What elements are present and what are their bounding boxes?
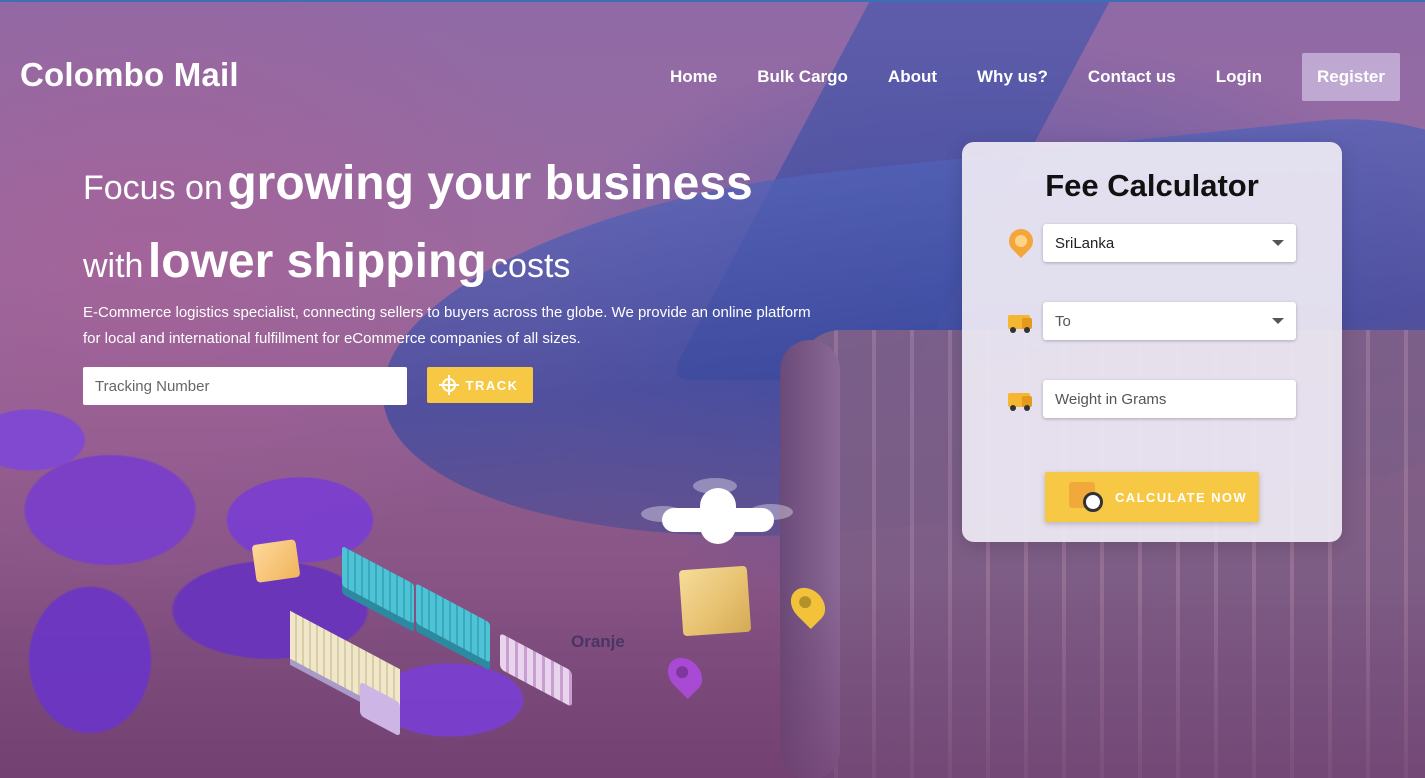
drone-package-illustration [678,565,752,637]
aircraft-name-text: Oranje [571,632,625,651]
site-header: Colombo Mail Home Bulk Cargo About Why u… [0,0,1425,120]
from-country-row: SriLanka [1004,224,1296,262]
drone-arms [662,508,774,532]
hero-description: E-Commerce logistics specialist, connect… [83,304,811,347]
hero-headline-line-1: Focus on growing your business [83,156,753,211]
location-pin-icon [1004,224,1038,259]
package-truck-icon [1006,383,1034,415]
nav-about[interactable]: About [888,53,937,101]
from-country-select[interactable]: SriLanka [1043,224,1296,262]
to-country-placeholder: To [1055,312,1071,330]
fee-calculator-panel: Fee Calculator SriLanka To Weight in Gra… [962,142,1342,542]
headline-bold-text: growing your business [227,157,753,210]
weight-row: Weight in Grams [1006,380,1296,418]
headline-light-text: costs [491,247,571,285]
nav-contact-us[interactable]: Contact us [1088,53,1176,101]
register-button[interactable]: Register [1301,53,1400,101]
calculate-now-button[interactable]: CALCULATE NOW [1045,472,1259,522]
package-face-icon [1069,480,1103,514]
parcel-stack-illustration [251,539,301,583]
headline-light-text: Focus on [83,169,223,207]
weight-placeholder: Weight in Grams [1055,390,1167,408]
nav-login[interactable]: Login [1216,53,1262,101]
to-country-select[interactable]: To [1043,302,1296,340]
world-map-illustration [0,400,610,778]
weight-grams-input[interactable]: Weight in Grams [1043,380,1296,418]
fee-calculator-title: Fee Calculator [1045,168,1259,203]
to-country-row: To [1006,302,1296,340]
hero-headline-line-2: with lower shipping costs [83,234,570,289]
nav-bulk-cargo[interactable]: Bulk Cargo [757,53,848,101]
headline-light-text: with [83,247,144,285]
brand-logo-text[interactable]: Colombo Mail [20,56,239,94]
crosshair-icon [438,375,459,395]
delivery-truck-icon [1006,305,1034,337]
tracking-form: TRACK [83,367,533,405]
chevron-down-icon [1272,240,1284,246]
nav-home[interactable]: Home [670,53,717,101]
track-button-label: TRACK [465,377,519,393]
tracking-number-input[interactable] [83,367,407,405]
headline-bold-text: lower shipping [147,235,487,288]
calculate-now-label: CALCULATE NOW [1115,489,1248,505]
chevron-down-icon [1272,318,1284,324]
track-button[interactable]: TRACK [427,367,533,403]
from-country-value: SriLanka [1055,234,1115,252]
nav-why-us[interactable]: Why us? [977,53,1048,101]
main-nav: Home Bulk Cargo About Why us? Contact us… [630,53,1400,101]
